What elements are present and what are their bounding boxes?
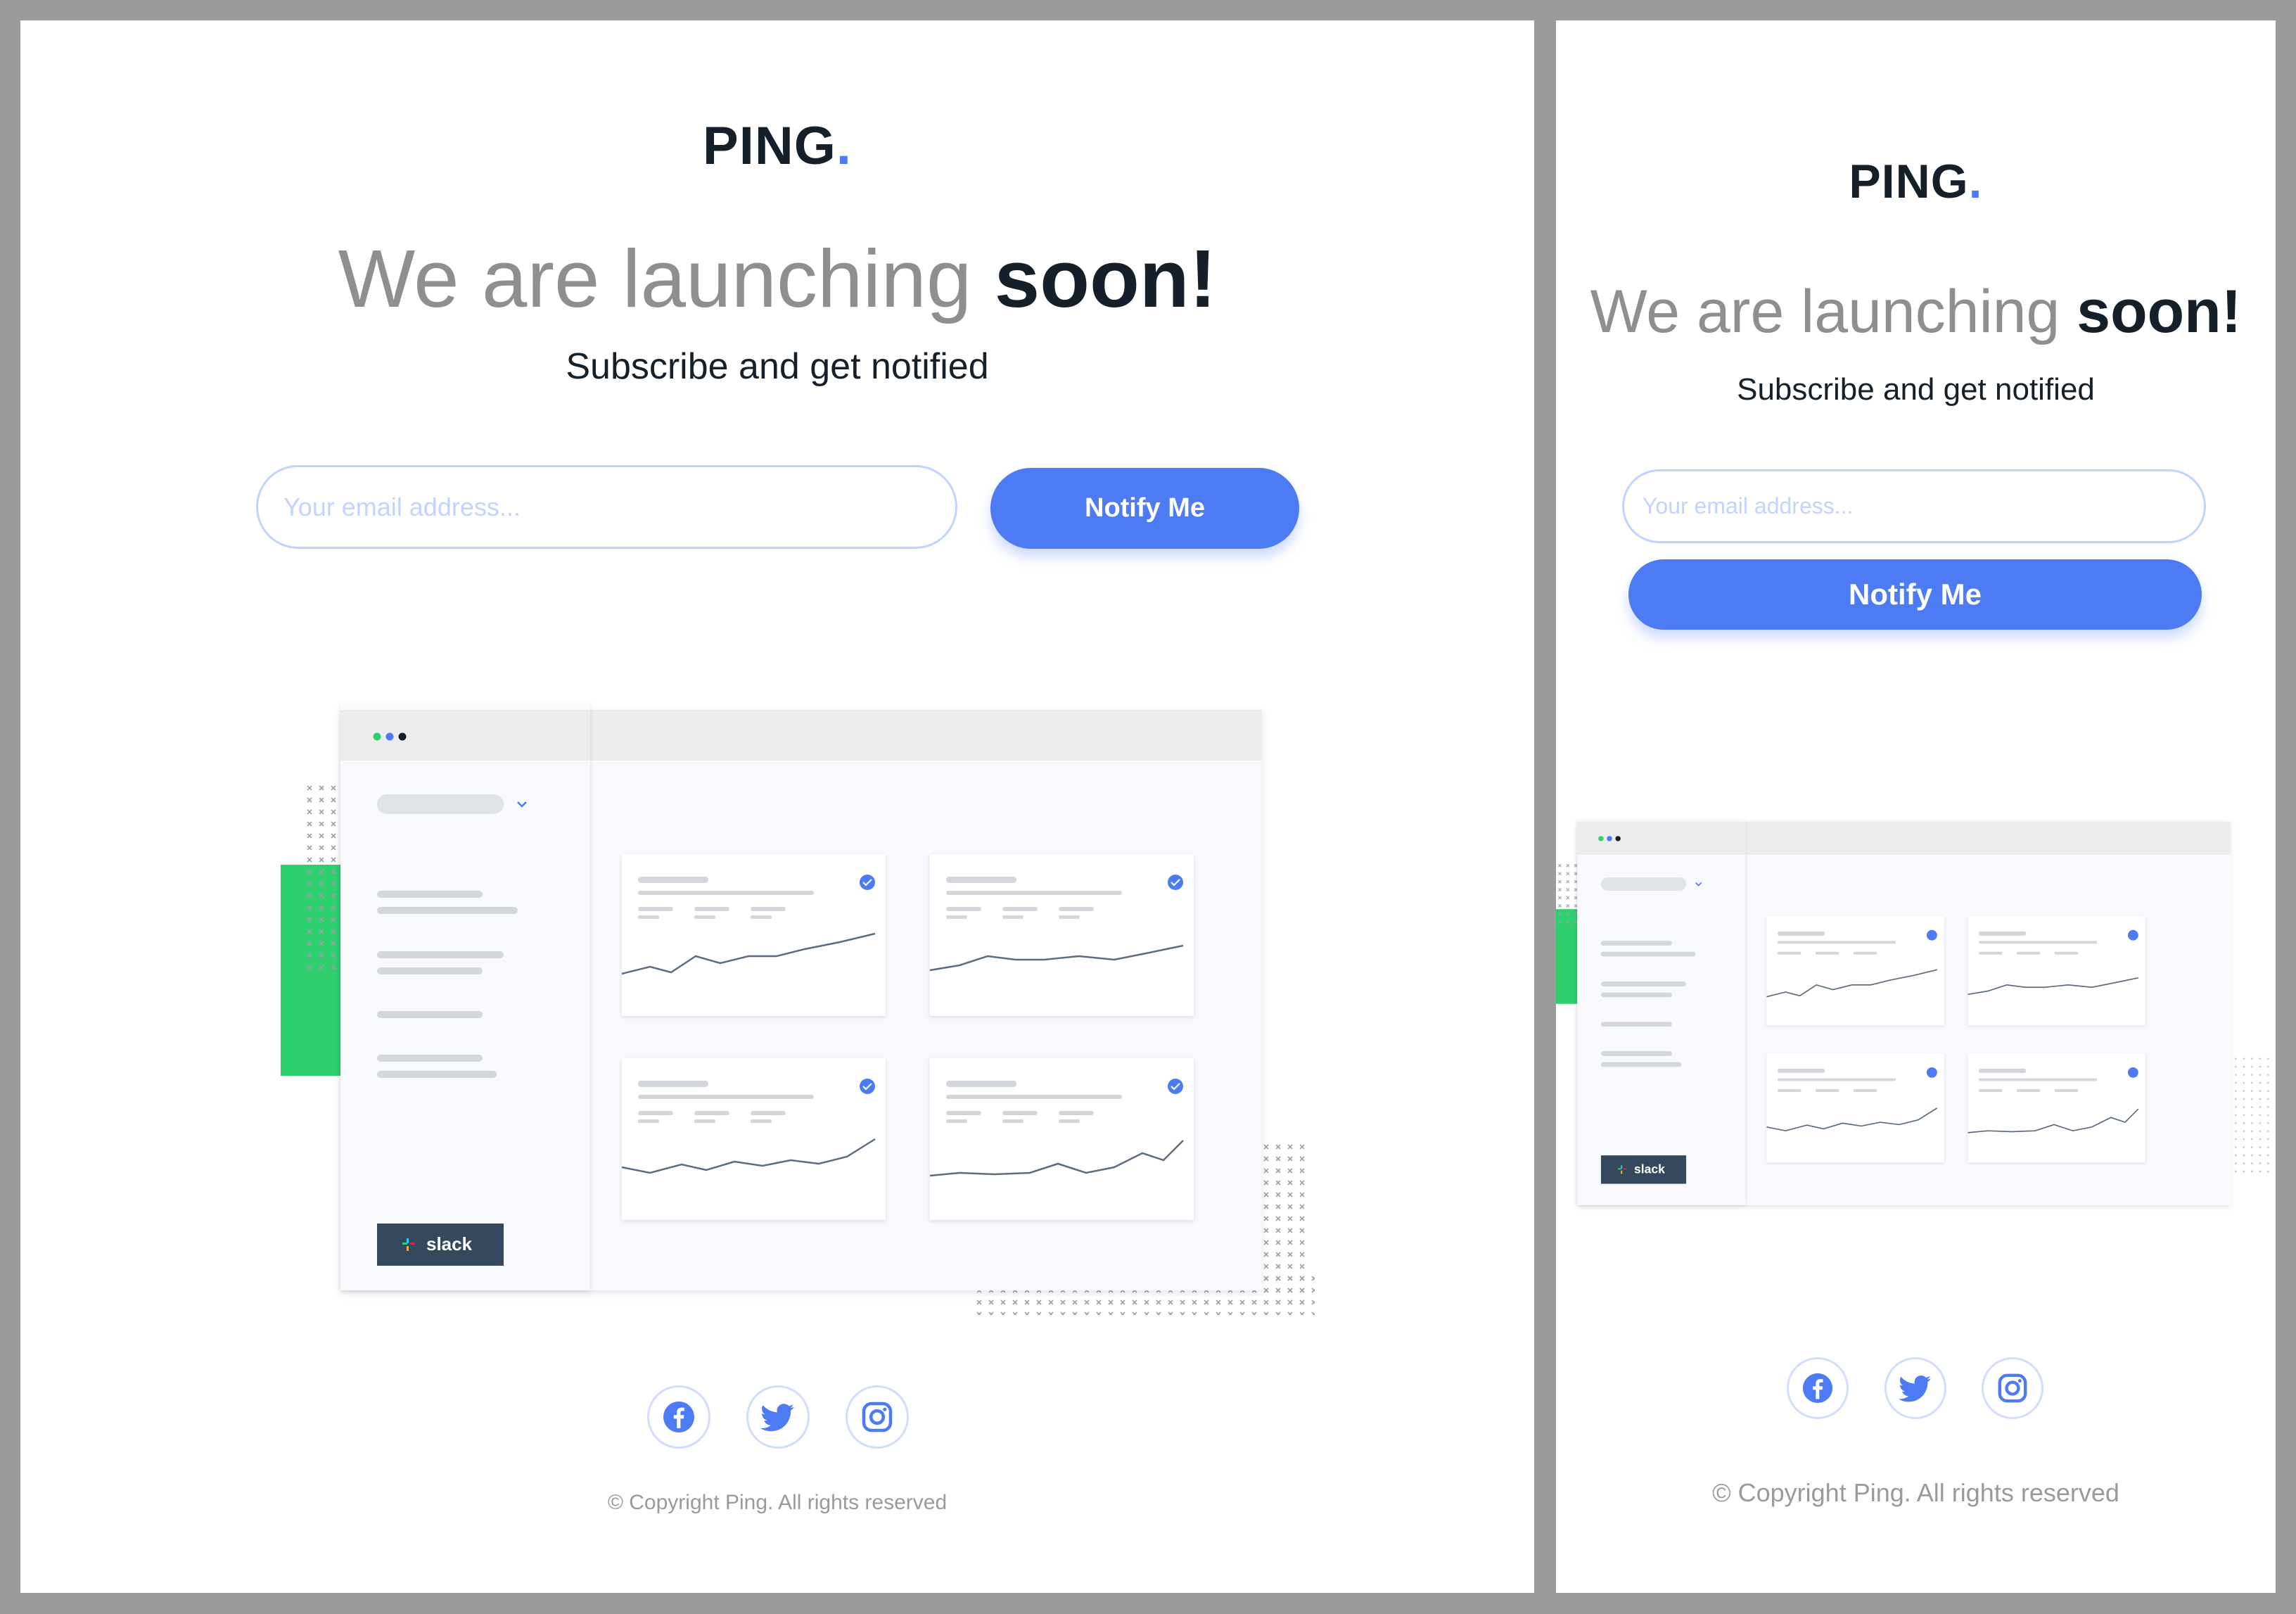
chart-card (929, 854, 1194, 1016)
facebook-icon (1802, 1373, 1833, 1404)
sidebar-panel (1577, 819, 1746, 1205)
logo: PING. (20, 115, 1534, 177)
chart-card (621, 854, 886, 1016)
logo: PING. (1556, 154, 2276, 209)
twitter-icon (1899, 1375, 1931, 1402)
headline-bold: soon! (2077, 278, 2242, 345)
subtitle: Subscribe and get notified (1737, 372, 2095, 407)
workspace-selector (377, 794, 504, 814)
logo-text: PING (703, 116, 836, 176)
logo-dot: . (1968, 155, 1983, 208)
headline-bold: soon! (994, 233, 1217, 324)
cross-pattern-overlay (302, 865, 340, 977)
copyright: © Copyright Ping. All rights reserved (607, 1491, 948, 1514)
chart-card (1967, 1053, 2145, 1163)
facebook-link[interactable] (1787, 1357, 1849, 1419)
subtitle: Subscribe and get notified (566, 346, 989, 387)
chart-card (1766, 916, 1944, 1026)
chart-card (1766, 1053, 1944, 1163)
logo-text: PING (1849, 155, 1969, 208)
notify-me-button[interactable]: Notify Me (990, 468, 1299, 549)
instagram-icon (1998, 1373, 2027, 1403)
notify-me-button[interactable]: Notify Me (1628, 559, 2202, 630)
logo-dot: . (836, 116, 852, 176)
slack-label: slack (426, 1233, 473, 1254)
twitter-icon (760, 1404, 794, 1432)
copyright: © Copyright Ping. All rights reserved (1712, 1478, 2119, 1507)
headline: We are launching soon! (1556, 277, 2276, 347)
twitter-link[interactable] (746, 1385, 810, 1449)
sidebar-panel (340, 703, 590, 1290)
instagram-link[interactable] (1982, 1357, 2043, 1419)
workspace-selector (1600, 877, 1687, 891)
mobile-preview: PING. We are launching soon! Subscribe a… (1556, 20, 2276, 1593)
chart-card (621, 1058, 886, 1220)
chart-card (929, 1058, 1194, 1220)
email-input[interactable] (1622, 469, 2206, 543)
headline-light: We are launching (338, 233, 995, 324)
instagram-link[interactable] (846, 1385, 909, 1449)
facebook-icon (663, 1402, 694, 1432)
slack-label: slack (1634, 1162, 1665, 1176)
desktop-preview: PING. We are launching soon! Subscribe a… (20, 20, 1534, 1593)
twitter-link[interactable] (1884, 1357, 1946, 1419)
instagram-icon (862, 1402, 893, 1432)
email-input[interactable] (256, 465, 957, 549)
dashboard-illustration: slack (1556, 819, 2271, 1205)
dashboard-illustration: slack (281, 703, 1315, 1315)
facebook-link[interactable] (647, 1385, 710, 1449)
headline: We are launching soon! (20, 231, 1534, 326)
chart-card (1967, 916, 2145, 1026)
headline-light: We are launching (1590, 278, 2077, 345)
